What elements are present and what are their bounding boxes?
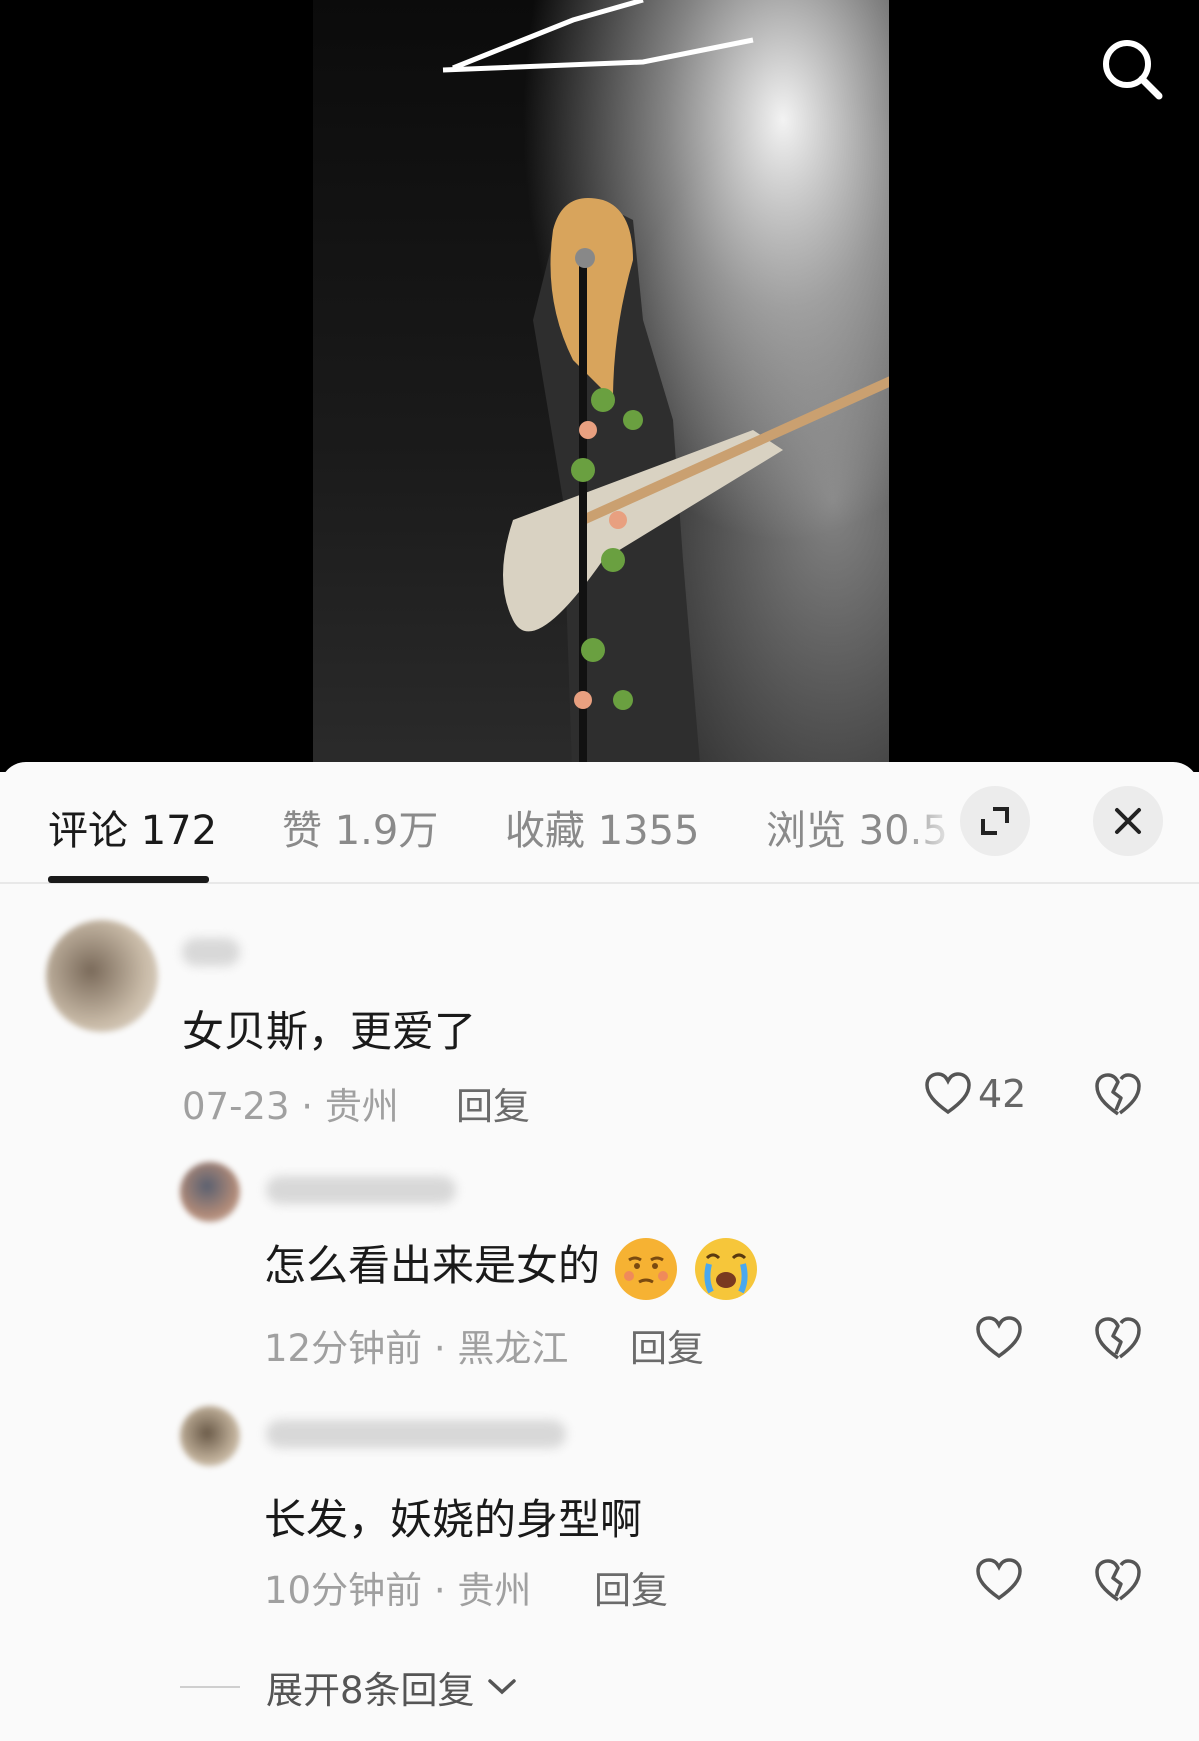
comment-date: 10分钟前 — [264, 1569, 423, 1612]
comment-text-body: 怎么看出来是女的 — [264, 1241, 601, 1290]
heart-icon — [925, 1072, 971, 1115]
like-button[interactable]: 42 — [924, 1072, 1026, 1116]
username-blurred[interactable] — [266, 1176, 456, 1204]
reply-button[interactable]: 回复 — [456, 1076, 530, 1130]
tab-likes[interactable]: 赞 1.9万 — [282, 798, 438, 856]
comment-text: 女贝斯，更爱了 — [182, 1007, 477, 1056]
broken-heart-icon[interactable] — [1094, 1558, 1142, 1604]
comment-date: 12分钟前 — [264, 1327, 423, 1370]
concert-scene — [442, 0, 889, 772]
chevron-down-icon — [487, 1679, 516, 1695]
heart-icon[interactable] — [975, 1558, 1023, 1602]
heart-icon[interactable] — [975, 1316, 1023, 1360]
comment-meta: 10分钟前 · 贵州 — [264, 1560, 531, 1614]
avatar[interactable] — [46, 920, 158, 1032]
like-count: 42 — [978, 1072, 1027, 1116]
broken-heart-icon[interactable] — [1094, 1316, 1142, 1362]
reply-button[interactable]: 回复 — [594, 1560, 668, 1614]
tab-favorites[interactable]: 收藏 1355 — [505, 798, 700, 856]
search-icon[interactable] — [1097, 34, 1167, 104]
username-blurred[interactable] — [266, 1420, 566, 1448]
active-tab-indicator — [48, 876, 209, 883]
video-player[interactable] — [0, 0, 1199, 772]
comment-location: 贵州 — [457, 1569, 532, 1612]
username-blurred[interactable] — [182, 938, 240, 966]
broken-heart-icon[interactable] — [1094, 1072, 1142, 1118]
meta-separator: · — [433, 1327, 458, 1370]
comment-date: 07-23 — [182, 1085, 290, 1128]
expand-button[interactable] — [960, 786, 1030, 856]
meta-separator: · — [433, 1569, 458, 1612]
comment-meta: 07-23 · 贵州 — [182, 1076, 399, 1130]
comment-meta: 12分钟前 · 黑龙江 — [264, 1318, 568, 1372]
video-frame — [313, 0, 889, 772]
expand-divider — [180, 1686, 240, 1688]
comment-location: 黑龙江 — [457, 1327, 569, 1370]
meta-separator: · — [301, 1085, 325, 1128]
close-icon — [1115, 808, 1141, 834]
tab-bar: 评论 172 赞 1.9万 收藏 1355 浏览 30.5 — [0, 762, 1199, 884]
reply-button[interactable]: 回复 — [630, 1318, 704, 1372]
avatar[interactable] — [180, 1406, 240, 1466]
tab-fade — [900, 782, 960, 862]
smirk-emoji-icon — [615, 1237, 678, 1300]
expand-replies-button[interactable]: 展开8条回复 — [180, 1660, 519, 1714]
avatar[interactable] — [180, 1162, 240, 1222]
close-button[interactable] — [1093, 786, 1163, 856]
crying-emoji-icon — [694, 1237, 757, 1300]
expand-replies-label: 展开8条回复 — [266, 1669, 475, 1712]
expand-icon — [981, 807, 1009, 835]
tab-comments[interactable]: 评论 172 — [48, 798, 217, 856]
comment-text: 怎么看出来是女的 — [264, 1232, 759, 1302]
comment-location: 贵州 — [324, 1085, 399, 1128]
comment-text: 长发，妖娆的身型啊 — [264, 1495, 643, 1544]
